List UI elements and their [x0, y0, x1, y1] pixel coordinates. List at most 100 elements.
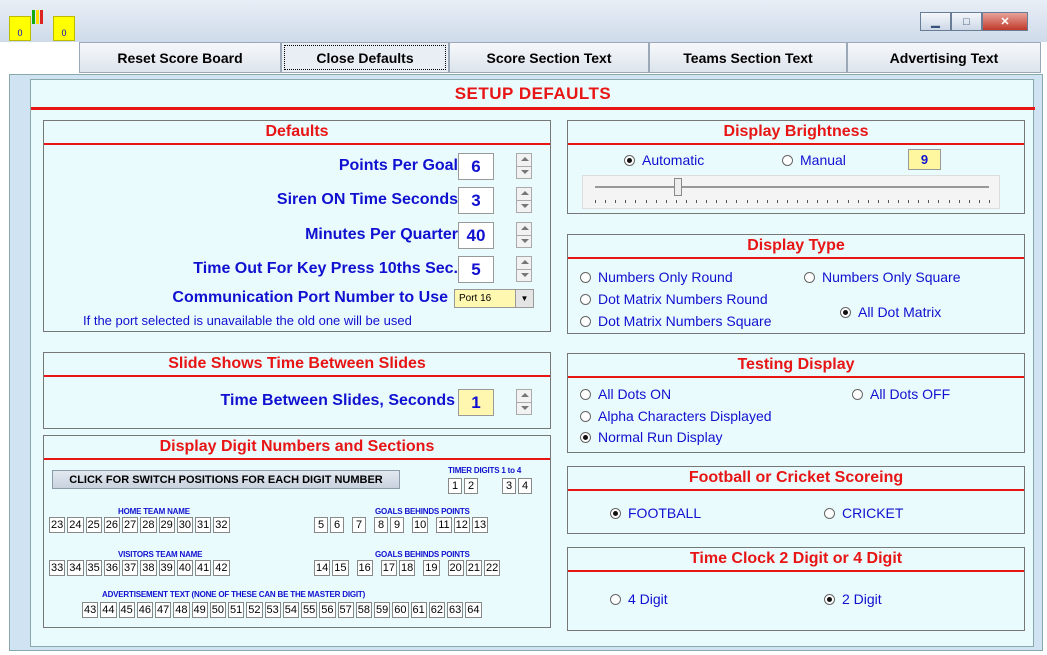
- switch-positions-button[interactable]: CLICK FOR SWITCH POSITIONS FOR EACH DIGI…: [52, 470, 400, 489]
- digit-cell[interactable]: 40: [176, 560, 193, 576]
- four-digit-radio[interactable]: 4 Digit: [610, 591, 668, 607]
- brightness-value[interactable]: 9: [908, 149, 941, 170]
- brightness-slider[interactable]: [582, 175, 1000, 209]
- digit-cell[interactable]: 18: [399, 560, 416, 576]
- digit-cell[interactable]: 8: [374, 517, 388, 533]
- digit-cell[interactable]: 16: [356, 560, 373, 576]
- digit-cell[interactable]: 9: [390, 517, 404, 533]
- close-defaults-button[interactable]: Close Defaults: [281, 42, 449, 73]
- digit-cell[interactable]: 56: [319, 602, 336, 618]
- digit-cell[interactable]: 11: [436, 517, 452, 533]
- digit-cell[interactable]: 36: [103, 560, 120, 576]
- all-dot-matrix-radio[interactable]: All Dot Matrix: [840, 304, 941, 320]
- advertising-text-button[interactable]: Advertising Text: [847, 42, 1041, 73]
- brightness-manual-radio[interactable]: Manual: [782, 152, 846, 168]
- digit-cell[interactable]: 1: [448, 478, 462, 494]
- numbers-only-round-radio[interactable]: Numbers Only Round: [580, 269, 733, 285]
- digit-cell[interactable]: 26: [103, 517, 120, 533]
- digit-cell[interactable]: 39: [158, 560, 175, 576]
- maximize-icon[interactable]: □: [951, 12, 982, 31]
- digit-cell[interactable]: 57: [337, 602, 354, 618]
- digit-cell[interactable]: 25: [85, 517, 102, 533]
- digit-cell[interactable]: 15: [332, 560, 349, 576]
- digit-cell[interactable]: 63: [447, 602, 464, 618]
- digit-cell[interactable]: 50: [209, 602, 226, 618]
- digit-cell[interactable]: 28: [140, 517, 157, 533]
- time-out-stepper[interactable]: [516, 256, 532, 282]
- siren-time-value[interactable]: 3: [458, 187, 494, 214]
- digit-cell[interactable]: 37: [122, 560, 139, 576]
- digit-cell[interactable]: 51: [228, 602, 245, 618]
- digit-cell[interactable]: 48: [173, 602, 190, 618]
- digit-cell[interactable]: 49: [191, 602, 208, 618]
- points-per-goal-stepper[interactable]: [516, 153, 532, 179]
- all-dots-off-radio[interactable]: All Dots OFF: [852, 386, 950, 402]
- close-icon[interactable]: ✕: [982, 12, 1028, 31]
- digit-cell[interactable]: 41: [195, 560, 212, 576]
- two-digit-radio[interactable]: 2 Digit: [824, 591, 882, 607]
- reset-score-board-button[interactable]: Reset Score Board: [79, 42, 281, 73]
- digit-cell[interactable]: 38: [140, 560, 157, 576]
- digit-cell[interactable]: 44: [100, 602, 117, 618]
- digit-cell[interactable]: 24: [67, 517, 84, 533]
- digit-cell[interactable]: 60: [392, 602, 409, 618]
- digit-cell[interactable]: 64: [465, 602, 482, 618]
- slider-thumb[interactable]: [673, 178, 682, 196]
- digit-cell[interactable]: 47: [155, 602, 172, 618]
- digit-cell[interactable]: 20: [447, 560, 464, 576]
- digit-cell[interactable]: 32: [213, 517, 230, 533]
- digit-cell[interactable]: 30: [176, 517, 193, 533]
- digit-cell[interactable]: 10: [412, 517, 429, 533]
- digit-cell[interactable]: 27: [122, 517, 139, 533]
- digit-cell[interactable]: 13: [471, 517, 489, 533]
- digit-cell[interactable]: 61: [410, 602, 427, 618]
- siren-time-stepper[interactable]: [516, 187, 532, 213]
- cricket-radio[interactable]: CRICKET: [824, 505, 903, 521]
- digit-cell[interactable]: 3: [502, 478, 516, 494]
- digit-cell[interactable]: 17: [380, 560, 397, 576]
- digit-cell[interactable]: 55: [301, 602, 318, 618]
- digit-cell[interactable]: 22: [484, 560, 501, 576]
- all-dots-on-radio[interactable]: All Dots ON: [580, 386, 671, 402]
- digit-cell[interactable]: 45: [118, 602, 135, 618]
- digit-cell[interactable]: 35: [85, 560, 102, 576]
- teams-section-text-button[interactable]: Teams Section Text: [649, 42, 847, 73]
- score-section-text-button[interactable]: Score Section Text: [449, 42, 649, 73]
- normal-run-radio[interactable]: Normal Run Display: [580, 429, 722, 445]
- digit-cell[interactable]: 46: [136, 602, 153, 618]
- digit-cell[interactable]: 19: [423, 560, 440, 576]
- digit-cell[interactable]: 43: [82, 602, 99, 618]
- time-between-slides-value[interactable]: 1: [458, 389, 494, 416]
- digit-cell[interactable]: 34: [67, 560, 84, 576]
- digit-cell[interactable]: 2: [464, 478, 478, 494]
- digit-cell[interactable]: 5: [314, 517, 328, 533]
- digit-cell[interactable]: 21: [465, 560, 482, 576]
- digit-cell[interactable]: 4: [518, 478, 532, 494]
- dot-matrix-round-radio[interactable]: Dot Matrix Numbers Round: [580, 291, 768, 307]
- numbers-only-square-radio[interactable]: Numbers Only Square: [804, 269, 961, 285]
- points-per-goal-value[interactable]: 6: [458, 153, 494, 180]
- digit-cell[interactable]: 12: [453, 517, 470, 533]
- comm-port-select[interactable]: Port 16 ▼: [454, 289, 534, 308]
- minutes-per-quarter-stepper[interactable]: [516, 222, 532, 248]
- chevron-down-icon[interactable]: ▼: [515, 290, 533, 307]
- digit-cell[interactable]: 33: [49, 560, 66, 576]
- time-between-slides-stepper[interactable]: [516, 389, 532, 415]
- digit-cell[interactable]: 7: [352, 517, 366, 533]
- digit-cell[interactable]: 29: [158, 517, 175, 533]
- digit-cell[interactable]: 52: [246, 602, 263, 618]
- minimize-icon[interactable]: ▁: [920, 12, 951, 31]
- brightness-automatic-radio[interactable]: Automatic: [624, 152, 704, 168]
- digit-cell[interactable]: 54: [282, 602, 299, 618]
- digit-cell[interactable]: 42: [213, 560, 230, 576]
- time-out-value[interactable]: 5: [458, 256, 494, 283]
- digit-cell[interactable]: 31: [195, 517, 212, 533]
- alpha-characters-radio[interactable]: Alpha Characters Displayed: [580, 408, 772, 424]
- digit-cell[interactable]: 59: [374, 602, 391, 618]
- digit-cell[interactable]: 53: [264, 602, 281, 618]
- dot-matrix-square-radio[interactable]: Dot Matrix Numbers Square: [580, 313, 772, 329]
- digit-cell[interactable]: 23: [49, 517, 66, 533]
- football-radio[interactable]: FOOTBALL: [610, 505, 701, 521]
- digit-cell[interactable]: 62: [428, 602, 445, 618]
- digit-cell[interactable]: 6: [330, 517, 344, 533]
